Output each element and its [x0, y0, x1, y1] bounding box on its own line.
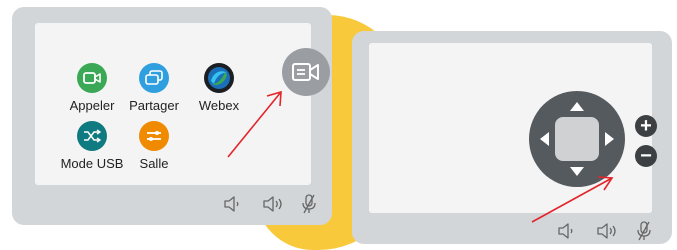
share-screen-icon	[139, 63, 169, 93]
video-call-icon	[77, 63, 107, 93]
app-label: Mode USB	[60, 156, 124, 171]
zoom-out-button[interactable]: −	[635, 145, 657, 167]
app-webex[interactable]: Webex	[184, 63, 254, 113]
volume-up-button[interactable]	[592, 219, 622, 243]
app-label: Partager	[129, 98, 179, 113]
camera-control-screen: + −	[369, 43, 657, 213]
microphone-mute-icon	[302, 194, 316, 214]
app-partager[interactable]: Partager	[119, 63, 189, 113]
volume-up-icon	[263, 196, 282, 212]
room-controls-icon	[139, 121, 169, 151]
app-label: Appeler	[69, 98, 115, 113]
microphone-mute-button[interactable]	[297, 192, 321, 216]
volume-down-button[interactable]	[552, 219, 580, 243]
app-mode-usb[interactable]: Mode USB	[57, 121, 127, 171]
webex-logo-icon	[204, 63, 234, 93]
app-appeler[interactable]: Appeler	[57, 63, 127, 113]
pan-down-button[interactable]	[570, 167, 584, 176]
microphone-mute-button[interactable]	[632, 219, 656, 243]
pan-up-button[interactable]	[570, 102, 584, 111]
volume-down-button[interactable]	[218, 192, 246, 216]
app-label: Webex	[198, 98, 240, 113]
camera-direction-pad	[529, 91, 625, 187]
camera-control-icon	[292, 63, 319, 81]
pan-left-button[interactable]	[540, 132, 549, 146]
volume-up-button[interactable]	[258, 192, 288, 216]
pan-right-button[interactable]	[605, 132, 614, 146]
volume-down-icon	[224, 196, 239, 212]
home-screen: Appeler Partager Webex Mode USB Salle	[35, 23, 330, 185]
volume-up-icon	[597, 223, 616, 239]
volume-down-icon	[558, 223, 573, 239]
app-label: Salle	[139, 156, 169, 171]
touch-panel-home: Appeler Partager Webex Mode USB Salle	[12, 7, 332, 225]
app-salle[interactable]: Salle	[119, 121, 189, 171]
zoom-in-button[interactable]: +	[635, 115, 657, 137]
touch-panel-camera-control: + −	[352, 31, 672, 244]
camera-control-button[interactable]	[282, 48, 330, 96]
usb-shuffle-icon	[77, 121, 107, 151]
microphone-mute-icon	[637, 221, 651, 241]
dpad-center	[555, 117, 599, 161]
